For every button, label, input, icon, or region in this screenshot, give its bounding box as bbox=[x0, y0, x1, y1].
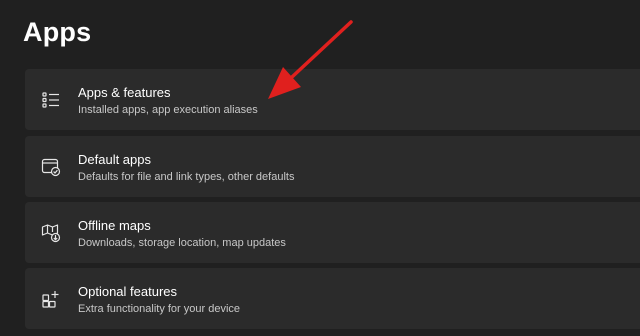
apps-and-features-item[interactable]: Apps & features Installed apps, app exec… bbox=[25, 69, 640, 130]
optional-features-description: Extra functionality for your device bbox=[78, 303, 241, 315]
optional-features-item[interactable]: Optional features Extra functionality fo… bbox=[25, 268, 640, 329]
apps-list-icon bbox=[41, 90, 61, 110]
offline-map-icon bbox=[41, 223, 61, 243]
default-apps-description: Defaults for file and link types, other … bbox=[78, 171, 295, 183]
settings-page: Apps Apps & features Installed apps, app… bbox=[0, 0, 640, 336]
page-title: Apps bbox=[23, 17, 92, 47]
offline-maps-item[interactable]: Offline maps Downloads, storage location… bbox=[25, 202, 640, 263]
offline-maps-description: Downloads, storage location, map updates bbox=[78, 237, 286, 249]
optional-features-icon bbox=[41, 289, 61, 309]
apps-and-features-description: Installed apps, app execution aliases bbox=[78, 104, 258, 116]
default-apps-label: Default apps bbox=[78, 152, 151, 167]
optional-features-label: Optional features bbox=[78, 284, 178, 299]
offline-maps-label: Offline maps bbox=[78, 218, 151, 233]
apps-and-features-label: Apps & features bbox=[78, 85, 171, 100]
default-apps-icon bbox=[41, 157, 61, 177]
default-apps-item[interactable]: Default apps Defaults for file and link … bbox=[25, 136, 640, 197]
